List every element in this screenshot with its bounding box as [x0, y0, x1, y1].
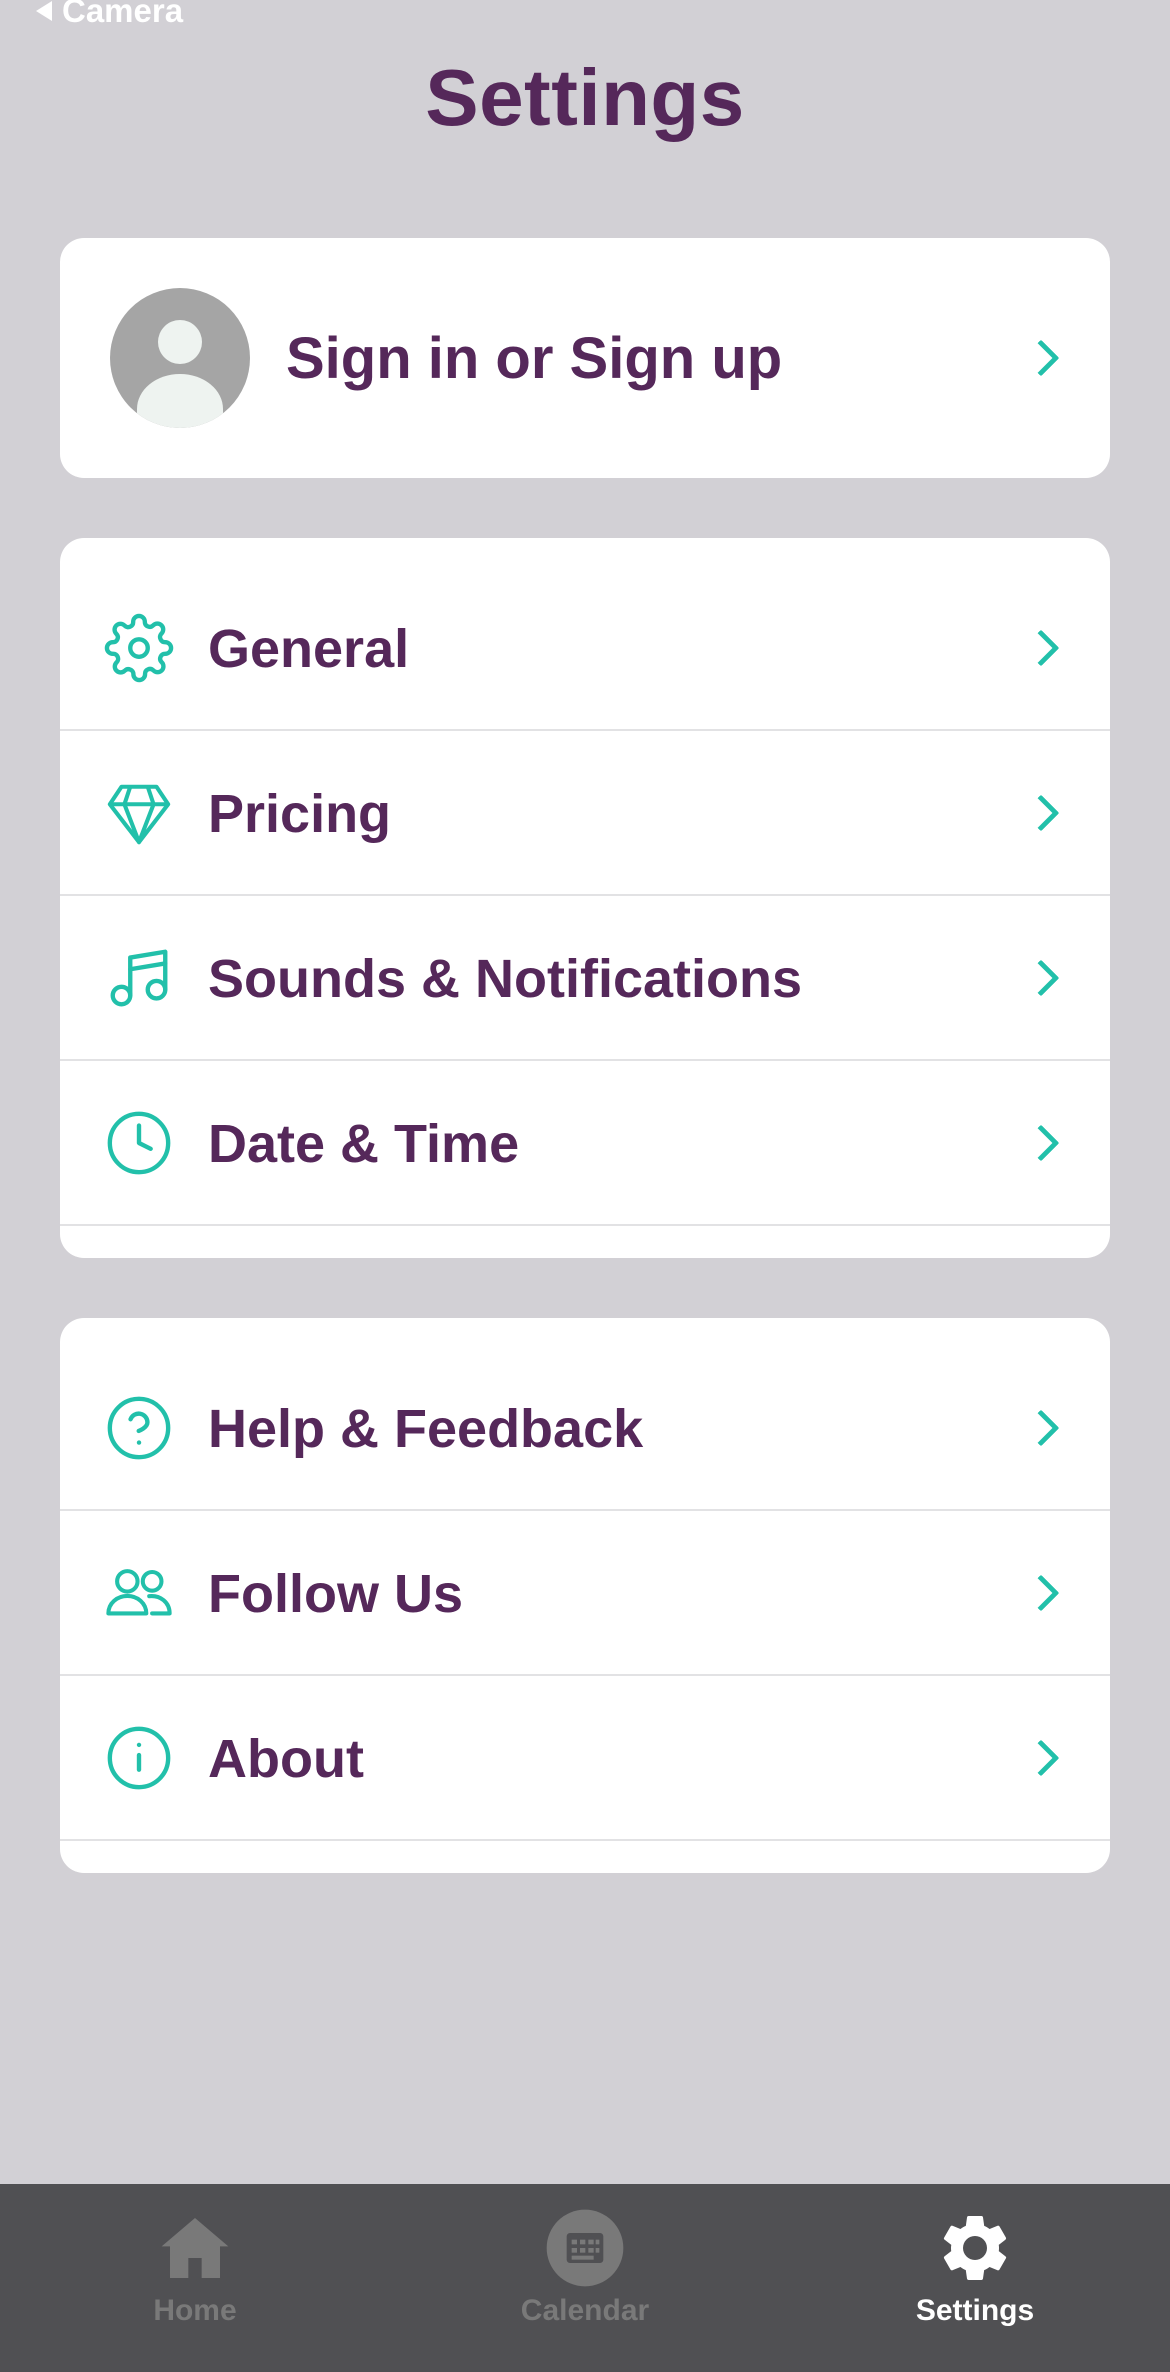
settings-item-general[interactable]: General [60, 566, 1110, 731]
tab-settings[interactable]: Settings [780, 2184, 1170, 2372]
info-circle-icon [107, 1726, 171, 1789]
settings-item-pricing[interactable]: Pricing [60, 731, 1110, 896]
chevron-right-icon [1022, 794, 1060, 831]
back-arrow-icon [36, 1, 52, 21]
back-to-camera-button[interactable]: Camera [36, 0, 183, 30]
diamond-icon [107, 784, 171, 844]
gear-icon [943, 2216, 1007, 2280]
tab-label: Home [153, 2294, 237, 2327]
settings-item-label: General [208, 618, 410, 679]
page-title: Settings [425, 53, 745, 142]
settings-item-label: Pricing [208, 783, 392, 844]
sign-in-card[interactable]: Sign in or Sign up [60, 238, 1110, 478]
support-item-label: Follow Us [208, 1563, 463, 1624]
back-label: Camera [62, 0, 184, 29]
home-icon [161, 2218, 229, 2278]
chevron-right-icon [1022, 1739, 1060, 1776]
support-item-help-feedback[interactable]: Help & Feedback [60, 1346, 1110, 1511]
question-circle-icon [107, 1396, 171, 1459]
users-icon [106, 1568, 172, 1615]
tab-label: Settings [915, 2294, 1035, 2327]
chevron-right-icon [1022, 339, 1060, 377]
chevron-right-icon [1022, 1574, 1060, 1611]
chevron-right-icon [1022, 1409, 1060, 1446]
settings-item-label: Date & Time [208, 1113, 520, 1174]
tab-label: Calendar [520, 2294, 650, 2327]
settings-group: General Pricing Sounds & Notifications D… [60, 538, 1110, 1258]
chevron-right-icon [1022, 959, 1060, 996]
support-item-about[interactable]: About [60, 1676, 1110, 1841]
settings-item-label: Sounds & Notifications [208, 948, 802, 1009]
music-note-icon [110, 949, 168, 1006]
support-item-label: Help & Feedback [208, 1398, 644, 1459]
calendar-icon [546, 2209, 624, 2287]
chevron-right-icon [1022, 629, 1060, 666]
support-item-label: About [208, 1728, 364, 1789]
chevron-right-icon [1022, 1124, 1060, 1161]
gear-icon [104, 613, 174, 682]
clock-icon [107, 1111, 171, 1174]
tab-bar: Home Calendar Settings [0, 2184, 1170, 2372]
settings-item-date-time[interactable]: Date & Time [60, 1061, 1110, 1226]
support-group: Help & Feedback Follow Us About [60, 1318, 1110, 1873]
settings-item-sounds-notifications[interactable]: Sounds & Notifications [60, 896, 1110, 1061]
tab-calendar[interactable]: Calendar [390, 2184, 780, 2372]
support-item-follow-us[interactable]: Follow Us [60, 1511, 1110, 1676]
avatar [110, 288, 250, 428]
tab-home[interactable]: Home [0, 2184, 390, 2372]
sign-in-label: Sign in or Sign up [286, 325, 783, 391]
